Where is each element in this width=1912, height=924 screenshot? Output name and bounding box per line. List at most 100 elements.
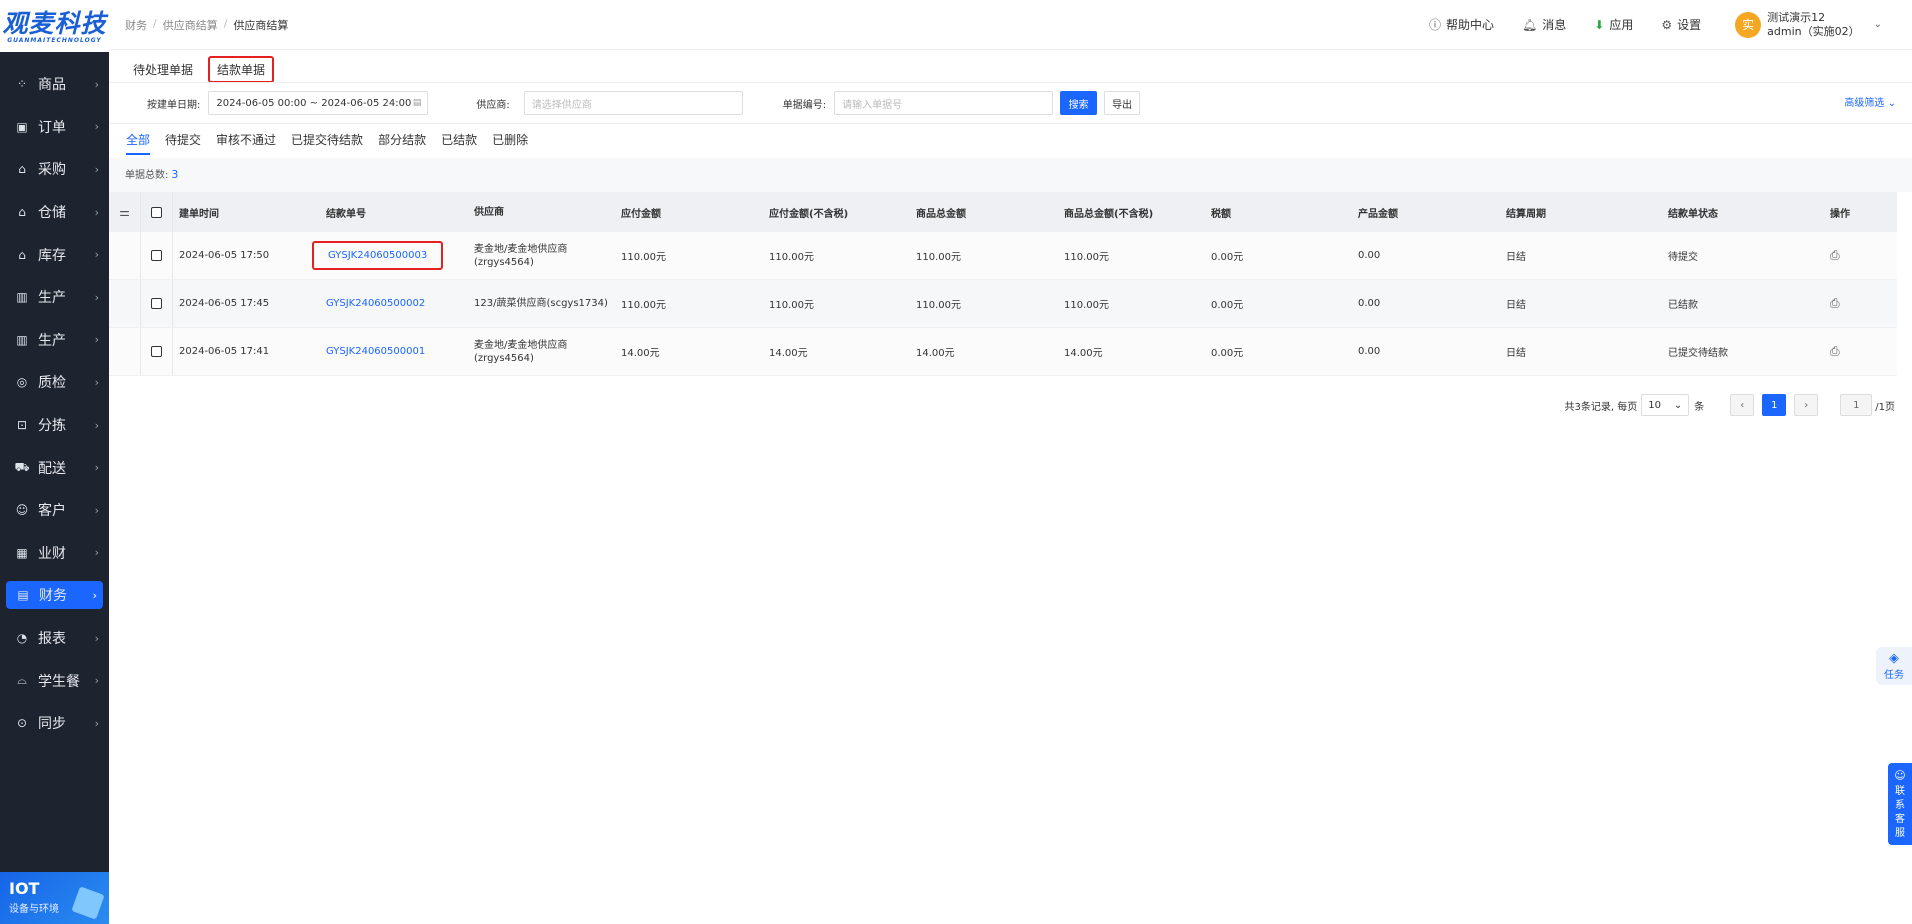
warehouse-icon: ⌂ — [18, 205, 26, 220]
print-icon[interactable]: ⎙ — [1830, 248, 1840, 262]
column-header: 产品金额 — [1358, 208, 1398, 220]
cell-product: 0.00 — [1358, 250, 1381, 261]
sidebar-item-8[interactable]: ⊡ 分拣 › — [0, 404, 109, 447]
sidebar-item-10[interactable]: ☺ 客户 › — [0, 489, 109, 532]
sliders-icon: ⚌ — [119, 205, 130, 219]
page-1-button[interactable]: 1 — [1762, 394, 1787, 416]
chart-icon: ▦ — [16, 545, 28, 560]
gear-icon: ⚙ — [1661, 17, 1673, 32]
sidebar-item-11[interactable]: ▦ 业财 › — [0, 532, 109, 575]
sidebar-item-1[interactable]: ▣ 订单 › — [0, 106, 109, 149]
tab-pending-documents[interactable]: 待处理单据 — [124, 57, 202, 82]
cell-settlement-no: GYSJK24060500002 — [320, 298, 468, 309]
iot-banner[interactable]: IOT 设备与环境 — [0, 872, 109, 924]
sidebar-item-6[interactable]: ▥ 生产 › — [0, 319, 109, 362]
select-all-checkbox[interactable] — [151, 206, 162, 218]
status-tab-1[interactable]: 待提交 — [165, 131, 201, 155]
sidebar-item-7[interactable]: ◎ 质检 › — [0, 361, 109, 404]
row-checkbox[interactable] — [151, 298, 162, 309]
sidebar-item-0[interactable]: ⁘ 商品 › — [0, 63, 109, 106]
next-page-button[interactable]: › — [1794, 394, 1819, 416]
print-icon[interactable]: ⎙ — [1830, 296, 1840, 310]
column-settings[interactable]: ⚌ — [109, 192, 141, 232]
shield-icon: ◎ — [16, 375, 28, 390]
settings-button[interactable]: ⚙ 设置 — [1661, 16, 1701, 33]
row-checkbox[interactable] — [151, 250, 162, 261]
cs-char: 联 — [1895, 786, 1905, 797]
column-header: 供应商 — [474, 206, 504, 218]
chevron-right-icon: › — [94, 631, 99, 645]
page-size-select[interactable]: 10 ⌄ — [1641, 394, 1690, 416]
search-button[interactable]: 搜索 — [1060, 91, 1098, 115]
customer-service-button[interactable]: ☺ 联 系 客 服 — [1888, 763, 1912, 845]
sort-icon: ⊡ — [16, 418, 28, 433]
sidebar-item-2[interactable]: ⌂ 采购 › — [0, 148, 109, 191]
row-checkbox[interactable] — [151, 346, 162, 357]
sidebar-menu: ⁘ 商品 › ▣ 订单 › ⌂ 采购 › ⌂ 仓储 › ⌂ 库存 › ▥ 生产 › ▥ 生产 › ◎ 质检 › ⊡ 分拣 › ⛟ 配送 ›… — [0, 52, 109, 745]
document-number-placeholder: 请输入单据号 — [842, 99, 903, 111]
date-range-picker[interactable]: 2024-06-05 00:00 ~ 2024-06-05 24:00 ▤ — [208, 91, 429, 115]
settlement-no-link[interactable]: GYSJK24060500003 — [312, 241, 444, 270]
cell-goods: 110.00元 — [916, 252, 961, 263]
sidebar-item-label: 商品 — [38, 77, 66, 94]
cell-time: 2024-06-05 17:41 — [179, 346, 270, 357]
sidebar-active-wrap: ▤ 财务 › — [0, 574, 109, 617]
help-center-button[interactable]: ⓘ 帮助中心 — [1429, 16, 1494, 33]
apps-button[interactable]: ⬇ 应用 — [1594, 16, 1633, 33]
cell-cycle: 日结 — [1506, 252, 1526, 263]
sidebar-item-12[interactable]: ▤ 财务 › — [6, 581, 103, 610]
export-button[interactable]: 导出 — [1104, 91, 1141, 115]
cell-cycle: 日结 — [1506, 348, 1526, 359]
basket-icon: ⌂ — [18, 162, 26, 177]
sidebar-item-13[interactable]: ◔ 报表 › — [0, 617, 109, 660]
cell-goods_ex: 110.00元 — [1064, 252, 1109, 263]
sidebar-item-14[interactable]: ⌓ 学生餐 › — [0, 659, 109, 702]
sidebar-item-label: 客户 — [38, 503, 66, 520]
prev-page-button[interactable]: ‹ — [1730, 394, 1755, 416]
summary-bar — [109, 158, 1912, 192]
user-menu[interactable]: 实 测试演示12 admin（实施02） ⌄ — [1735, 11, 1882, 39]
advanced-filter-toggle[interactable]: 高级筛选 ⌄ — [1844, 94, 1896, 109]
logo[interactable]: 观麦科技 GUANMAITECHNOLOGY — [0, 0, 109, 52]
sidebar-item-5[interactable]: ▥ 生产 › — [0, 276, 109, 319]
print-icon[interactable]: ⎙ — [1830, 344, 1840, 358]
status-tab-3[interactable]: 已提交待结款 — [291, 131, 363, 155]
sidebar-item-4[interactable]: ⌂ 库存 › — [0, 233, 109, 276]
breadcrumb-finance[interactable]: 财务 — [125, 17, 147, 33]
column-header: 税额 — [1211, 208, 1231, 220]
status-tab-6[interactable]: 已删除 — [492, 131, 528, 155]
cell-payable_ex: 110.00元 — [769, 252, 814, 263]
truck-icon: ⛟ — [14, 459, 30, 474]
cell-tax: 0.00元 — [1211, 252, 1244, 263]
chevron-right-icon: › — [94, 77, 99, 91]
row-gutter — [109, 328, 141, 375]
bell-icon: 🔔︎ — [1522, 17, 1538, 32]
status-tab-4[interactable]: 部分结款 — [378, 131, 426, 155]
breadcrumb-supplier-settlement[interactable]: 供应商结算 — [163, 17, 218, 33]
chevron-down-icon: ⌄ — [1673, 399, 1683, 411]
task-float-button[interactable]: ◈ 任务 — [1876, 647, 1912, 685]
document-number-input[interactable]: 请输入单据号 — [834, 91, 1054, 115]
sidebar-item-9[interactable]: ⛟ 配送 › — [0, 446, 109, 489]
pager-summary: 共3条记录, 每页 — [1564, 401, 1638, 413]
number-filter-label: 单据编号: — [782, 99, 827, 111]
column-header: 结算周期 — [1506, 208, 1546, 220]
message-button[interactable]: 🔔︎ 消息 — [1522, 16, 1566, 33]
settlement-no-link[interactable]: GYSJK24060500001 — [326, 346, 425, 357]
status-tab-0[interactable]: 全部 — [126, 131, 151, 155]
page-jump-input[interactable]: 1 — [1840, 394, 1873, 416]
cell-time: 2024-06-05 17:50 — [179, 250, 270, 261]
logo-subtext: GUANMAITECHNOLOGY — [7, 37, 102, 44]
tab-settlement-documents[interactable]: 结款单据 — [208, 55, 275, 83]
cell-payable: 110.00元 — [621, 300, 666, 311]
sidebar-item-label: 仓储 — [38, 205, 66, 222]
row-select-cell — [141, 232, 173, 279]
status-tab-2[interactable]: 审核不通过 — [216, 131, 276, 155]
cell-product: 0.00 — [1358, 298, 1381, 309]
settlement-no-link[interactable]: GYSJK24060500002 — [326, 298, 425, 309]
sidebar-item-15[interactable]: ⊙ 同步 › — [0, 702, 109, 745]
status-tab-5[interactable]: 已结款 — [441, 131, 477, 155]
breadcrumb: 财务 / 供应商结算 / 供应商结算 — [109, 17, 288, 33]
supplier-select[interactable]: 请选择供应商 — [523, 91, 743, 115]
sidebar-item-3[interactable]: ⌂ 仓储 › — [0, 191, 109, 234]
